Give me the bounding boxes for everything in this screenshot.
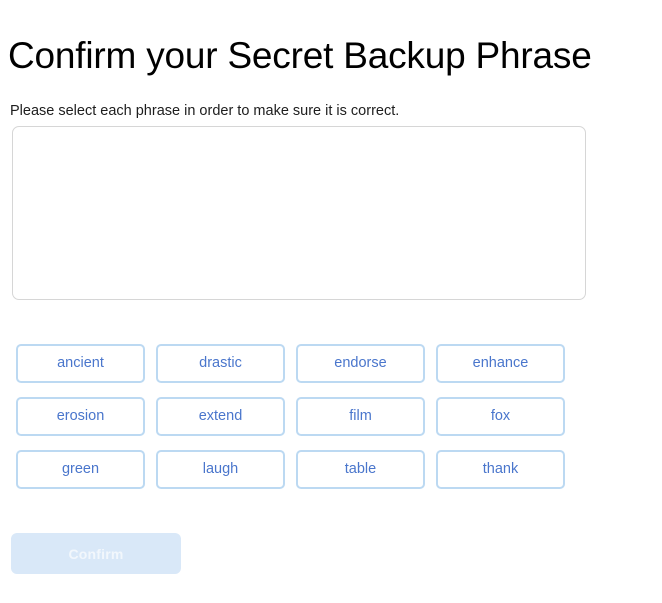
word-button[interactable]: ancient — [16, 344, 145, 383]
word-button[interactable]: laugh — [156, 450, 285, 489]
word-button[interactable]: thank — [436, 450, 565, 489]
page-title: Confirm your Secret Backup Phrase — [8, 34, 592, 76]
word-button[interactable]: erosion — [16, 397, 145, 436]
confirm-backup-phrase-page: Confirm your Secret Backup Phrase Please… — [0, 0, 662, 603]
word-button[interactable]: endorse — [296, 344, 425, 383]
selected-phrase-dropzone[interactable] — [12, 126, 586, 300]
word-button[interactable]: drastic — [156, 344, 285, 383]
word-button[interactable]: film — [296, 397, 425, 436]
word-button[interactable]: green — [16, 450, 145, 489]
word-button[interactable]: table — [296, 450, 425, 489]
word-button[interactable]: extend — [156, 397, 285, 436]
word-choice-grid: ancient drastic endorse enhance erosion exten… — [16, 344, 565, 489]
word-button[interactable]: enhance — [436, 344, 565, 383]
page-subtitle: Please select each phrase in order to ma… — [10, 102, 400, 119]
confirm-button[interactable]: Confirm — [11, 533, 181, 574]
word-button[interactable]: fox — [436, 397, 565, 436]
